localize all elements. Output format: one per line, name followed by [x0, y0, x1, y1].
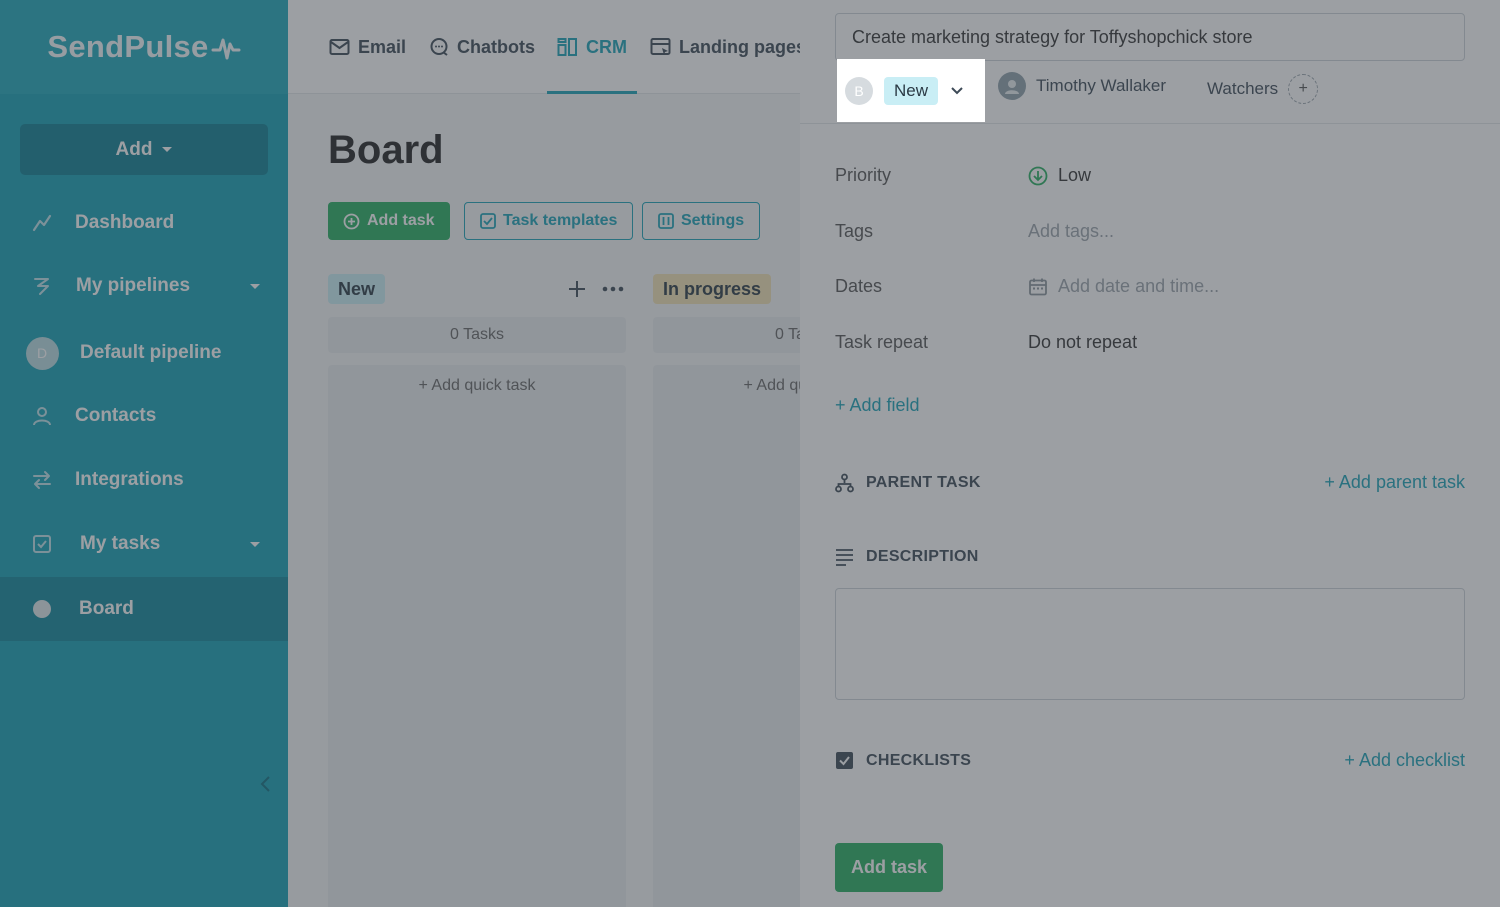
description-heading: DESCRIPTION: [835, 548, 979, 566]
priority-label: Priority: [835, 165, 892, 185]
parent-task-heading: PARENT TASK: [835, 473, 981, 493]
text-lines-icon: [836, 549, 853, 566]
add-checklist-link[interactable]: + Add checklist: [1344, 750, 1465, 771]
modal-backdrop[interactable]: [0, 0, 800, 907]
tags-label: Tags: [835, 221, 874, 241]
task-drawer: Create marketing strategy for Toffyshopc…: [800, 0, 1500, 907]
dates-label: Dates: [835, 276, 883, 296]
description-textarea[interactable]: [835, 588, 1465, 700]
assignee[interactable]: Timothy Wallaker: [998, 72, 1166, 100]
hierarchy-icon: [835, 473, 854, 493]
checklists-heading-text: CHECKLISTS: [866, 751, 972, 769]
task-title-input[interactable]: Create marketing strategy for Toffyshopc…: [835, 13, 1465, 61]
chevron-down-icon: [951, 86, 963, 94]
watchers: Watchers +: [1207, 74, 1319, 104]
description-heading-text: DESCRIPTION: [866, 548, 979, 565]
status-selector[interactable]: B New: [837, 59, 985, 122]
tags-input[interactable]: Add tags...: [1028, 221, 1114, 242]
checkbox-icon: [836, 752, 853, 769]
parent-task-heading-text: PARENT TASK: [866, 474, 981, 491]
status-avatar: B: [845, 76, 873, 105]
divider: [800, 123, 1500, 124]
task-title-text: Create marketing strategy for Toffyshopc…: [852, 26, 1253, 47]
task-repeat-value[interactable]: Do not repeat: [1028, 332, 1137, 353]
priority-value[interactable]: Low: [1028, 165, 1091, 186]
checklists-heading: CHECKLISTS: [835, 751, 971, 770]
avatar: [998, 72, 1026, 100]
priority-low-icon: [1028, 166, 1048, 185]
add-parent-task-link[interactable]: + Add parent task: [1324, 472, 1465, 493]
status-badge: New: [884, 76, 939, 105]
dates-input[interactable]: Add date and time...: [1028, 276, 1219, 297]
watchers-label: Watchers: [1207, 79, 1279, 98]
priority-text: Low: [1058, 165, 1092, 185]
dates-placeholder: Add date and time...: [1058, 276, 1220, 296]
spotlight-dim: [800, 59, 837, 122]
submit-add-task-button[interactable]: Add task: [835, 843, 943, 892]
spotlight-dim: [800, 122, 1500, 907]
assignee-name: Timothy Wallaker: [1036, 76, 1167, 95]
calendar-icon: [1029, 278, 1047, 295]
add-watcher-button[interactable]: +: [1288, 74, 1319, 104]
task-repeat-label: Task repeat: [835, 332, 929, 352]
add-field-link[interactable]: + Add field: [835, 395, 920, 416]
